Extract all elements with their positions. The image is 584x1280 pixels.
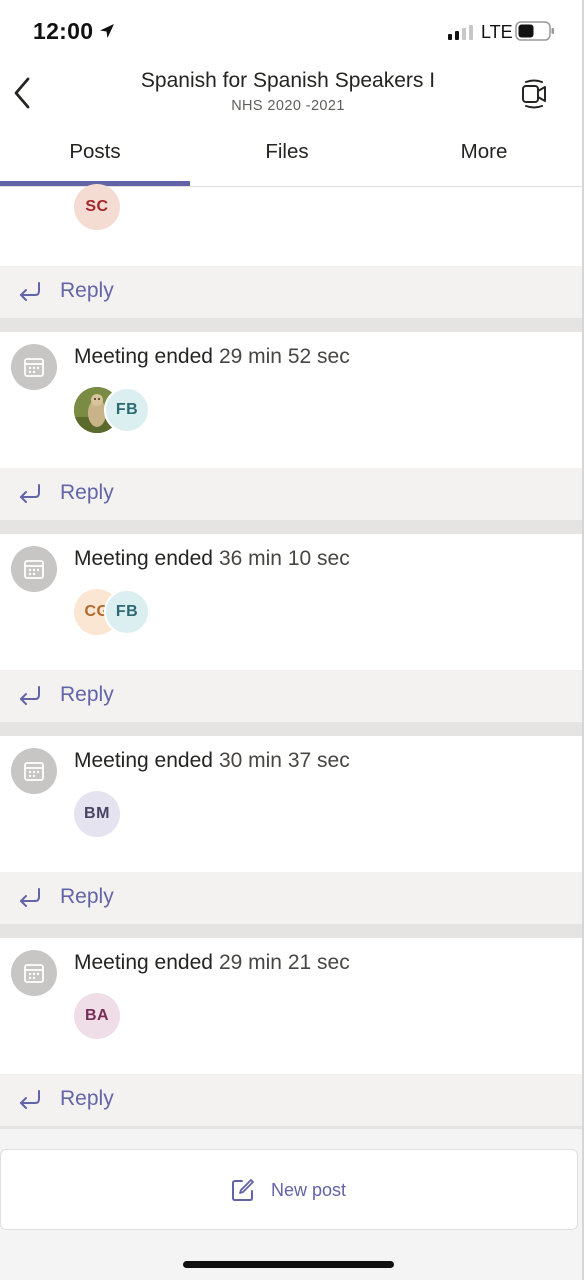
chevron-left-icon [14, 77, 30, 109]
back-button[interactable] [8, 72, 36, 114]
meeting-post: Meeting ended 30 min 37 sec BM [0, 736, 584, 872]
meeting-duration: 29 min 21 sec [218, 951, 350, 974]
post-separator [0, 1126, 584, 1129]
meeting-post: Meeting ended 29 min 52 sec FB [0, 332, 584, 468]
reply-arrow-icon [20, 686, 40, 705]
calendar-glyph-icon [24, 358, 44, 377]
calendar-icon [11, 344, 57, 390]
post-card: SC [0, 184, 584, 266]
tab-posts[interactable]: Posts [0, 140, 190, 164]
post-separator [0, 520, 584, 534]
meeting-post: Meeting ended 36 min 10 sec CG FB [0, 534, 584, 670]
reply-button[interactable]: Reply [0, 468, 584, 520]
channel-title: Spanish for Spanish Speakers I [140, 69, 436, 92]
meeting-post: Meeting ended 29 min 21 sec BA [0, 938, 584, 1074]
reply-button[interactable]: Reply [0, 670, 584, 722]
avatar[interactable]: FB [104, 589, 150, 635]
post-separator [0, 924, 584, 938]
reply-arrow-icon [20, 282, 40, 301]
post-separator [0, 722, 584, 736]
reply-arrow-icon [20, 888, 40, 907]
channel-tabs: Posts Files More [0, 132, 584, 187]
reply-label: Reply [60, 1087, 114, 1110]
new-post-button[interactable]: New post [0, 1149, 578, 1230]
avatar[interactable]: BA [74, 993, 120, 1039]
calendar-icon [11, 546, 57, 592]
avatar-initials: FB [115, 603, 139, 620]
reply-button[interactable]: Reply [0, 872, 584, 924]
channel-header: Spanish for Spanish Speakers I NHS 2020 … [0, 62, 584, 132]
tab-more[interactable]: More [388, 140, 580, 164]
avatar[interactable]: FB [104, 387, 150, 433]
new-post-label: New post [271, 1180, 347, 1200]
reply-arrow-icon [20, 484, 40, 503]
meeting-status: Meeting ended [74, 749, 213, 772]
calendar-glyph-icon [24, 762, 44, 781]
status-time: 12:00 [33, 18, 94, 44]
reply-label: Reply [60, 885, 114, 908]
meeting-ended-text: Meeting ended 29 min 52 sec [74, 345, 350, 369]
avatar-initials: FB [115, 401, 139, 418]
reply-button[interactable]: Reply [0, 266, 584, 318]
avatar-initials: BM [84, 805, 110, 822]
meet-now-icon[interactable] [518, 78, 550, 110]
avatar-initials: SC [85, 198, 109, 215]
meeting-ended-text: Meeting ended 29 min 21 sec [74, 951, 350, 975]
compose-icon [232, 1179, 254, 1201]
meeting-duration: 29 min 52 sec [218, 345, 350, 368]
avatar[interactable]: BM [74, 791, 120, 837]
network-type: LTE [481, 22, 513, 42]
calendar-icon [11, 950, 57, 996]
home-indicator[interactable] [183, 1261, 394, 1268]
signal-strength-icon [448, 25, 473, 40]
tab-files[interactable]: Files [192, 140, 382, 164]
meeting-status: Meeting ended [74, 547, 213, 570]
location-arrow-icon [100, 24, 114, 38]
reply-label: Reply [60, 279, 114, 302]
meeting-ended-text: Meeting ended 30 min 37 sec [74, 749, 350, 773]
calendar-glyph-icon [24, 964, 44, 983]
reply-button[interactable]: Reply [0, 1074, 584, 1126]
reply-label: Reply [60, 481, 114, 504]
battery-icon [515, 21, 554, 41]
calendar-glyph-icon [24, 560, 44, 579]
meeting-status: Meeting ended [74, 345, 213, 368]
meeting-status: Meeting ended [74, 951, 213, 974]
calendar-icon [11, 748, 57, 794]
avatar[interactable]: SC [74, 184, 120, 230]
status-bar: 12:00 LTE [0, 0, 584, 62]
avatar-initials: BA [84, 1007, 110, 1024]
meeting-duration: 30 min 37 sec [218, 749, 350, 772]
post-separator [0, 318, 584, 332]
meeting-ended-text: Meeting ended 36 min 10 sec [74, 547, 350, 571]
meeting-duration: 36 min 10 sec [218, 547, 350, 570]
reply-label: Reply [60, 683, 114, 706]
team-subtitle: NHS 2020 -2021 [231, 98, 345, 114]
reply-arrow-icon [20, 1090, 40, 1109]
